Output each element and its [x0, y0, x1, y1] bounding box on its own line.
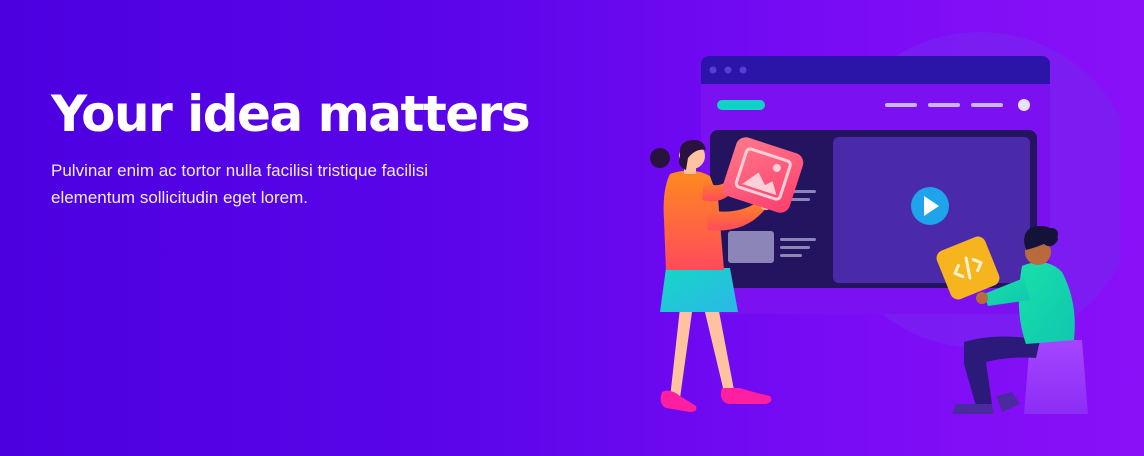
text-line — [780, 238, 816, 241]
window-dot — [739, 66, 747, 74]
hero-description: Pulvinar enim ac tortor nulla facilisi t… — [51, 161, 428, 207]
hero-title: Your idea matters — [51, 85, 531, 143]
text-line — [780, 246, 810, 249]
hero-section: Your idea matters Pulvinar enim ac torto… — [0, 0, 1144, 456]
nav-line — [971, 103, 1003, 107]
nav-line — [928, 103, 960, 107]
text-line — [780, 254, 802, 257]
play-icon[interactable] — [911, 187, 949, 225]
window-dot — [724, 66, 732, 74]
window-dot — [709, 66, 717, 74]
hero-illustration — [600, 20, 1120, 440]
thumbnail-placeholder — [728, 231, 774, 263]
nav-line — [885, 103, 917, 107]
nav-avatar — [1018, 99, 1030, 111]
hero-copy: Your idea matters Pulvinar enim ac torto… — [51, 86, 571, 211]
logo-pill — [717, 100, 765, 110]
